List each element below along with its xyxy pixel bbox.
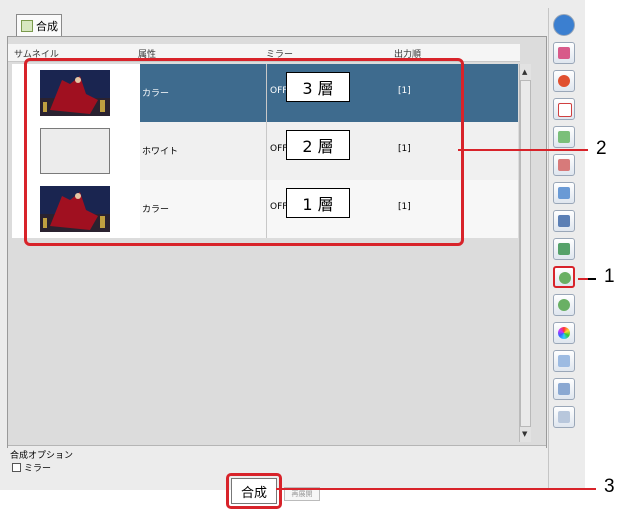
merge-options-title: 合成オプション	[10, 451, 74, 461]
scroll-up-icon[interactable]: ▲	[522, 68, 527, 76]
layout-icon[interactable]	[553, 210, 575, 232]
tab-merge-label: 合成	[36, 19, 58, 33]
star-layer-icon[interactable]	[553, 238, 575, 260]
callout-frame-merge	[226, 473, 282, 509]
callout-number-1: 1	[604, 266, 615, 287]
merge-options: 合成オプション ミラー	[8, 445, 546, 476]
info-icon[interactable]	[553, 14, 575, 36]
layer-up-icon[interactable]	[553, 154, 575, 176]
copy-icon[interactable]	[553, 350, 575, 372]
callout-line-2	[458, 149, 588, 151]
image-layer-icon[interactable]	[553, 126, 575, 148]
split-icon[interactable]	[553, 294, 575, 316]
callout-line-1a	[578, 278, 588, 280]
callout-line-3	[276, 488, 596, 490]
color-wheel-icon[interactable]	[553, 322, 575, 344]
callout-number-2: 2	[596, 138, 607, 159]
layer-down-icon[interactable]	[553, 182, 575, 204]
scrollbar-thumb[interactable]	[520, 80, 531, 427]
tab-merge[interactable]: 合成	[16, 14, 62, 36]
color-layer-icon[interactable]	[553, 70, 575, 92]
callout-line-1	[588, 278, 596, 280]
replace-icon[interactable]	[553, 378, 575, 400]
add-layer-icon[interactable]	[553, 42, 575, 64]
mirror-checkbox-label: ミラー	[24, 464, 52, 474]
scroll-down-icon[interactable]: ▼	[522, 430, 527, 438]
white-layer-icon[interactable]	[553, 98, 575, 120]
merge-tool-icon[interactable]	[553, 266, 575, 288]
trash-icon[interactable]	[553, 406, 575, 428]
callout-frame-layers	[24, 58, 464, 246]
callout-number-3: 3	[604, 476, 615, 497]
mirror-checkbox[interactable]	[12, 463, 21, 472]
merge-tab-icon	[21, 19, 33, 32]
